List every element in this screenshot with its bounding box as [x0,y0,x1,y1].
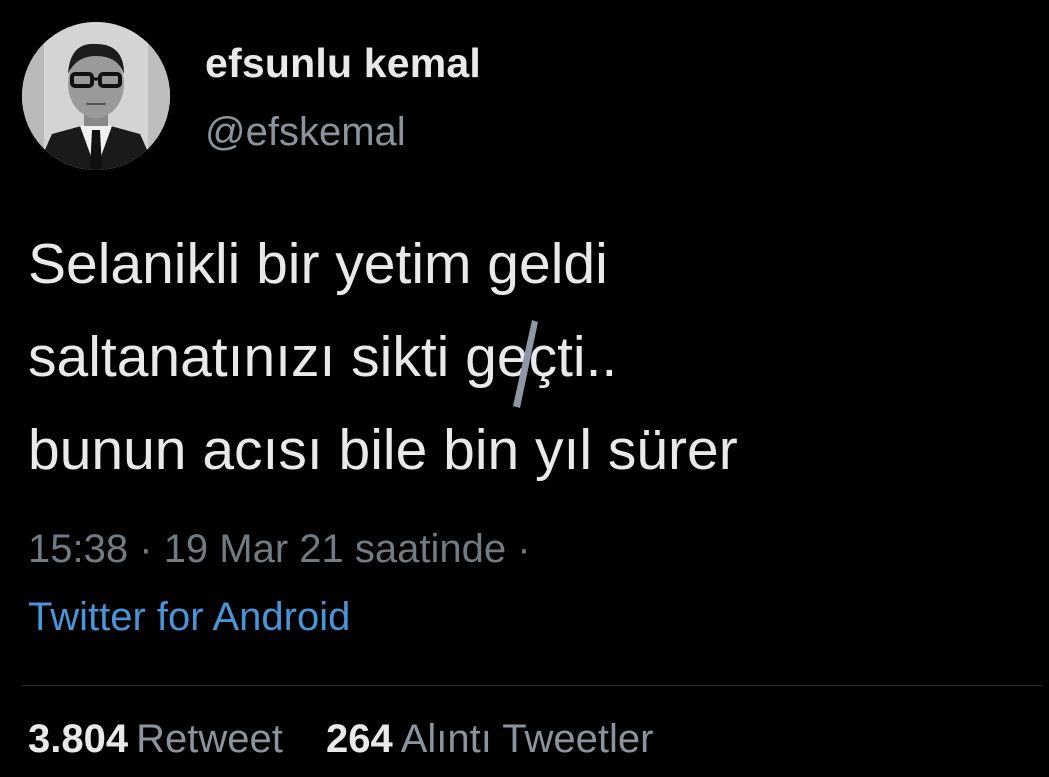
tweet-card: efsunlu kemal @efskemal Selanikli bir ye… [0,0,1049,777]
timestamp-time[interactable]: 15:38 [28,527,128,571]
profile-photo-icon [22,22,170,170]
meta-separator: · [139,527,153,571]
tweet-meta: 15:38 · 19 Mar 21 saatinde · [28,527,531,572]
source-link[interactable]: Twitter for Android [28,595,350,640]
tweet-line: Selanikli bir yetim geldi [28,232,608,296]
retweet-stat[interactable]: 3.804 Retweet [28,717,283,762]
timestamp-date[interactable]: 19 Mar 21 saatinde [164,527,506,571]
quote-label: Alıntı Tweetler [400,717,654,761]
meta-separator: · [517,527,531,571]
quote-tweet-stat[interactable]: 264 Alıntı Tweetler [326,717,653,762]
tweet-stats: 3.804 Retweet 264 Alıntı Tweetler [28,717,685,762]
retweet-count: 3.804 [28,717,129,761]
tweet-line: bunun acısı bile bin yıl sürer [28,418,738,482]
avatar[interactable] [22,22,170,170]
censor-slash-icon [513,320,538,408]
display-name[interactable]: efsunlu kemal [205,40,481,87]
divider [22,685,1042,686]
retweet-label: Retweet [136,717,283,761]
quote-count: 264 [325,717,393,761]
user-handle[interactable]: @efskemal [205,110,406,155]
